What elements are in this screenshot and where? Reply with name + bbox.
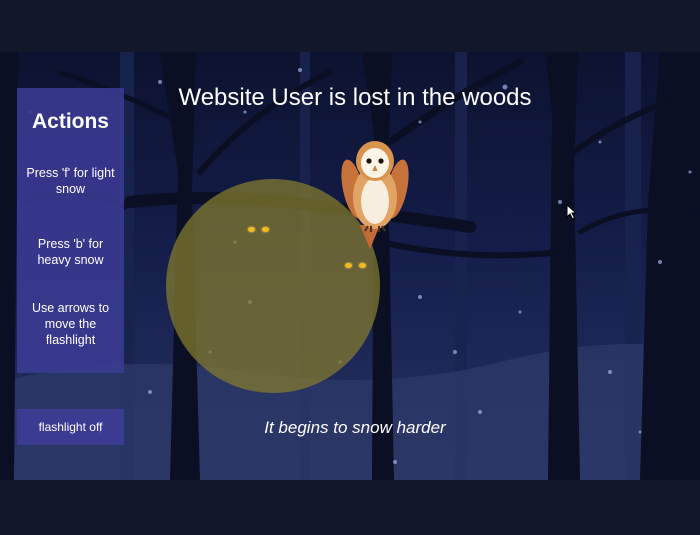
action-heavy-snow: Press 'b' for heavy snow: [37, 237, 104, 267]
action-light-snow: Press 'f' for light snow: [26, 166, 115, 196]
glowing-eyes-icon: [248, 227, 270, 233]
owl-icon: [341, 141, 409, 249]
bottom-bar: [0, 480, 700, 535]
status-message: It begins to snow harder: [264, 418, 446, 437]
actions-heading: Actions: [31, 110, 109, 133]
action-move-flashlight: Use arrows to move the flashlight: [31, 301, 110, 347]
glowing-eyes-icon: [345, 263, 367, 269]
top-bar: [0, 0, 700, 52]
flashlight-toggle-button[interactable]: flashlight off: [17, 409, 124, 445]
actions-panel: Actions Press 'f' for light snow Press '…: [17, 88, 124, 373]
mouse-cursor-icon: [566, 204, 578, 220]
page-title: Website User is lost in the woods: [178, 84, 532, 111]
forest-scene: Website User is lost in the woods Action…: [0, 52, 700, 480]
